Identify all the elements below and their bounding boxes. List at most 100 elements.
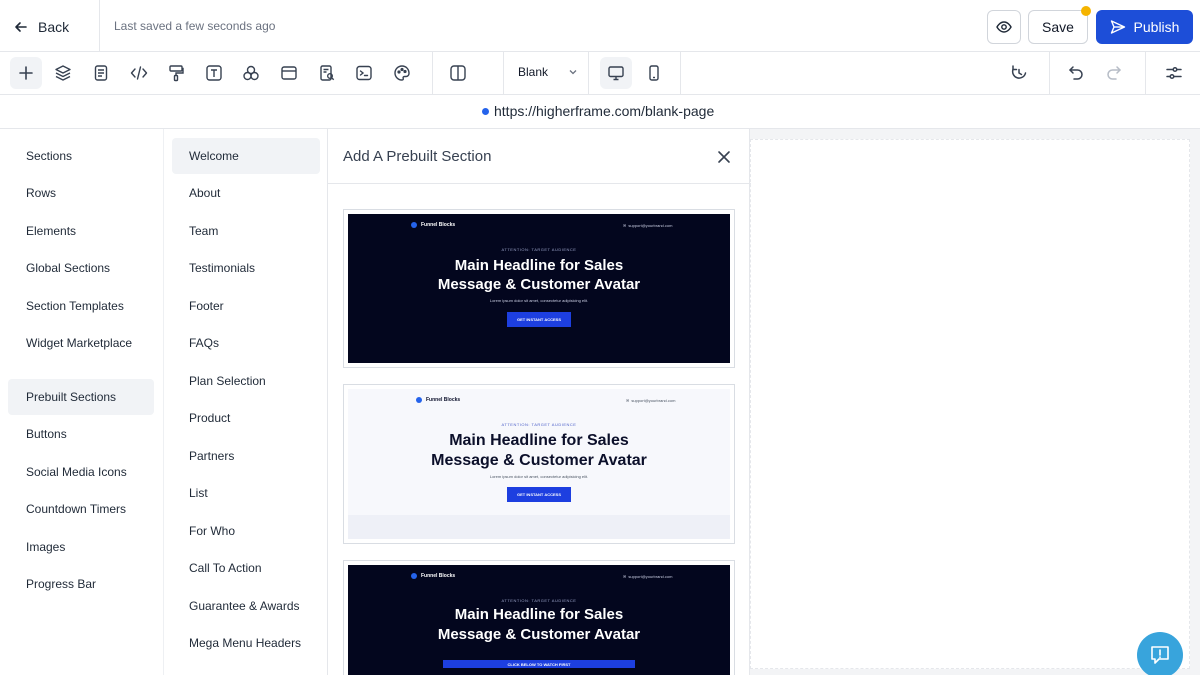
category-team[interactable]: Team: [172, 213, 320, 249]
arrow-left-icon: [15, 22, 27, 32]
sidebar-item-images[interactable]: Images: [8, 529, 154, 565]
category-list[interactable]: List: [172, 475, 320, 511]
panel-title: Add A Prebuilt Section: [343, 148, 492, 165]
sidebar-item-progress-bar[interactable]: Progress Bar: [8, 566, 154, 602]
section-thumbnail: Funnel Blocks ✉ support@yourbrand.com ATT…: [348, 389, 730, 539]
prebuilt-section-card[interactable]: Funnel Blocks ✉ support@yourbrand.com ATT…: [343, 384, 735, 544]
toolbar-divider: [680, 52, 681, 95]
divider: [99, 0, 100, 52]
section-thumbnail: Funnel Blocks ✉ support@yourbrand.com ATT…: [348, 565, 730, 675]
category-faqs[interactable]: FAQs: [172, 325, 320, 361]
shapes-icon: [243, 65, 259, 81]
sidebar-item-countdown-timers[interactable]: Countdown Timers: [8, 491, 154, 527]
sidebar-item-section-templates[interactable]: Section Templates: [8, 288, 154, 324]
canvas-page[interactable]: [750, 139, 1190, 669]
thumbnail-headline-line-1: Main Headline for Sales: [454, 606, 624, 623]
page-url[interactable]: https://higherframe.com/blank-page: [494, 103, 714, 119]
category-testimonials[interactable]: Testimonials: [172, 250, 320, 286]
mobile-view-button[interactable]: [638, 57, 670, 89]
page-icon: [94, 65, 108, 81]
prebuilt-sections-panel: Add A Prebuilt Section Funnel Blocks ✉ su…: [327, 129, 751, 675]
category-plan-selection[interactable]: Plan Selection: [172, 363, 320, 399]
thumbnail-email: ✉ support@yourbrand.com: [626, 398, 676, 403]
editor-toolbar: Blank: [0, 52, 1200, 95]
thumbnail-subtext: Lorem ipsum dolor sit amet, consectetur …: [489, 298, 589, 303]
category-welcome[interactable]: Welcome: [172, 138, 320, 174]
sidebar-item-global-sections[interactable]: Global Sections: [8, 250, 154, 286]
popup-button[interactable]: [273, 57, 305, 89]
support-chat-button[interactable]: [1137, 632, 1183, 675]
sidebar-item-sections[interactable]: Sections: [8, 138, 154, 174]
toolbar-divider: [503, 52, 504, 95]
category-about[interactable]: About: [172, 175, 320, 211]
layers-icon: [55, 65, 71, 81]
thumbnail-email: ✉ support@yourbrand.com: [623, 223, 673, 228]
toolbar-divider: [1049, 52, 1050, 95]
logo-mark-icon: [411, 573, 417, 579]
desktop-icon: [608, 66, 624, 81]
sidebar-item-elements[interactable]: Elements: [8, 213, 154, 249]
thumbnail-eyebrow: ATTENTION: TARGET AUDIENCE: [501, 598, 577, 603]
page-url-bar: https://higherframe.com/blank-page: [0, 95, 1200, 129]
panel-header: Add A Prebuilt Section: [328, 129, 751, 184]
thumbnail-bottom-band: [348, 515, 730, 539]
close-panel-button[interactable]: [715, 148, 733, 166]
publish-label: Publish: [1133, 19, 1180, 35]
layers-button[interactable]: [47, 57, 79, 89]
version-history-button[interactable]: [1003, 57, 1035, 89]
category-partners[interactable]: Partners: [172, 438, 320, 474]
prebuilt-section-card[interactable]: Funnel Blocks ✉ support@yourbrand.com ATT…: [343, 209, 735, 368]
history-icon: [1011, 65, 1027, 79]
undo-button[interactable]: [1060, 57, 1092, 89]
save-status-text: Last saved a few seconds ago: [114, 19, 276, 33]
prebuilt-section-card[interactable]: Funnel Blocks ✉ support@yourbrand.com ATT…: [343, 560, 735, 675]
logo-mark-icon: [411, 222, 417, 228]
sidebar-item-social-media-icons[interactable]: Social Media Icons: [8, 454, 154, 490]
toolbar-divider: [1145, 52, 1146, 95]
sidebar-item-widget-marketplace[interactable]: Widget Marketplace: [8, 325, 154, 361]
thumbnail-headline-line-1: Main Headline for Sales: [454, 257, 624, 274]
mobile-icon: [649, 65, 659, 81]
columns-icon: [450, 65, 466, 81]
thumbnail-email: ✉ support@yourbrand.com: [623, 574, 673, 579]
sidebar-item-prebuilt-sections[interactable]: Prebuilt Sections: [8, 379, 154, 415]
color-palette-button[interactable]: [386, 57, 418, 89]
split-view-button[interactable]: [442, 57, 474, 89]
publish-button[interactable]: Publish: [1096, 10, 1193, 44]
thumbnail-headline-line-2: Message & Customer Avatar: [437, 276, 641, 293]
search-document-icon: [320, 65, 335, 81]
styles-button[interactable]: [160, 57, 192, 89]
typography-button[interactable]: [198, 57, 230, 89]
chat-bubble-icon: [1151, 646, 1169, 664]
custom-code-button[interactable]: [123, 57, 155, 89]
category-mega-menu-headers[interactable]: Mega Menu Headers: [172, 625, 320, 661]
plus-icon: [19, 66, 33, 80]
preview-button[interactable]: [987, 10, 1021, 44]
category-call-to-action[interactable]: Call To Action: [172, 550, 320, 586]
add-element-button[interactable]: [10, 57, 42, 89]
thumbnail-headline-line-1: Main Headline for Sales: [449, 432, 629, 449]
settings-sliders-icon: [1166, 66, 1182, 80]
sidebar-item-rows[interactable]: Rows: [8, 175, 154, 211]
back-button[interactable]: Back: [14, 16, 69, 38]
seo-button[interactable]: [311, 57, 343, 89]
category-guarantee-awards[interactable]: Guarantee & Awards: [172, 588, 320, 624]
undo-icon: [1069, 66, 1083, 80]
category-product[interactable]: Product: [172, 400, 320, 436]
category-for-who[interactable]: For Who: [172, 513, 320, 549]
back-label: Back: [38, 19, 70, 35]
save-button[interactable]: Save: [1028, 10, 1088, 44]
pages-button[interactable]: [85, 57, 117, 89]
desktop-view-button[interactable]: [600, 57, 632, 89]
prebuilt-categories: Welcome About Team Testimonials Footer F…: [163, 129, 327, 675]
category-footer[interactable]: Footer: [172, 288, 320, 324]
template-select[interactable]: Blank: [518, 65, 578, 79]
settings-button[interactable]: [1158, 57, 1190, 89]
palette-icon: [394, 65, 410, 81]
thumbnail-headline-line-2: Message & Customer Avatar: [437, 626, 641, 643]
elements-button[interactable]: [235, 57, 267, 89]
redo-button[interactable]: [1098, 57, 1130, 89]
tracking-code-button[interactable]: [348, 57, 380, 89]
unsaved-indicator-dot: [1081, 6, 1091, 16]
sidebar-item-buttons[interactable]: Buttons: [8, 416, 154, 452]
